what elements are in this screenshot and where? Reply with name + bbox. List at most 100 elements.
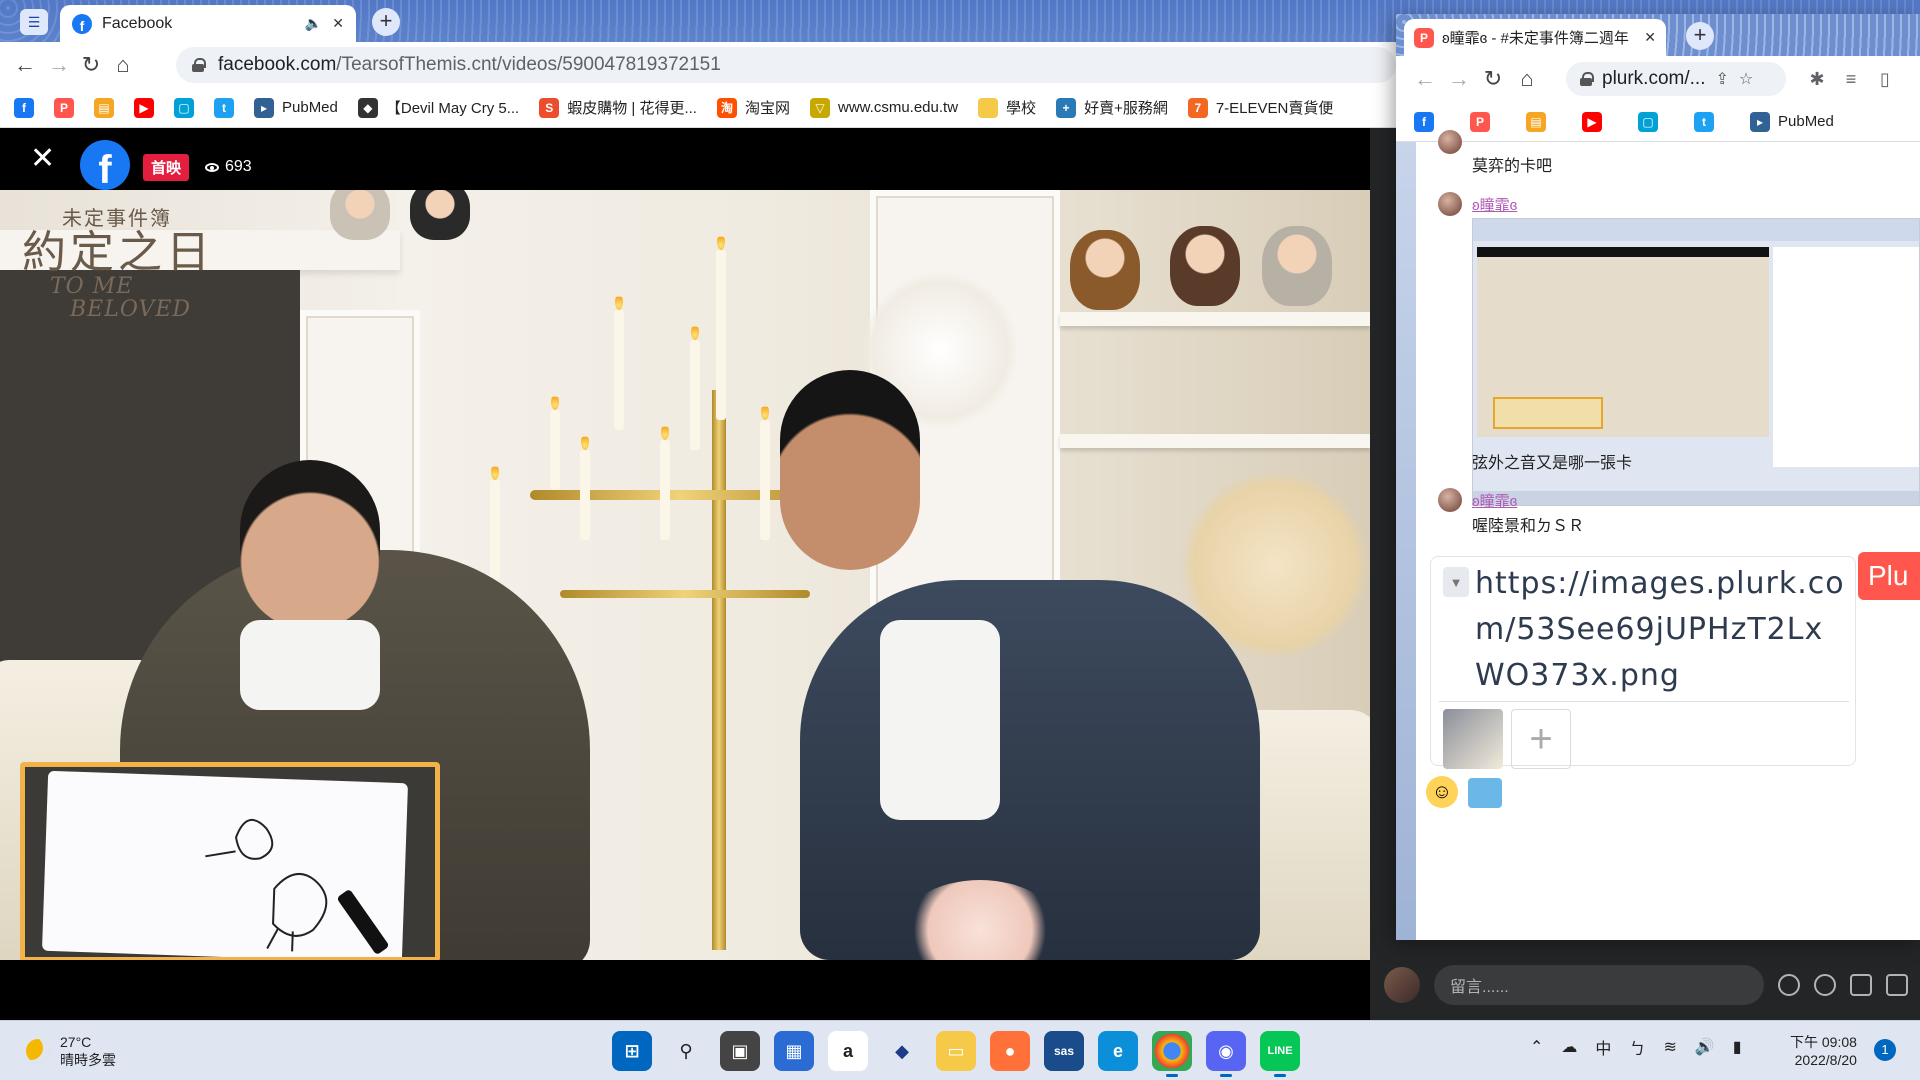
response-user[interactable]: ʚ瞳霏ɞ: [1472, 194, 1517, 215]
close-icon[interactable]: ✕: [30, 144, 55, 174]
bookmark-facebook[interactable]: f: [1414, 111, 1434, 132]
like-icon[interactable]: [1850, 974, 1872, 996]
discord-icon[interactable]: ◉: [1206, 1031, 1246, 1077]
plurk-submit-button[interactable]: Plu: [1858, 552, 1920, 600]
avatar[interactable]: [1438, 130, 1462, 154]
candle: [614, 310, 624, 430]
response-user[interactable]: ʚ瞳霏ɞ: [1472, 490, 1517, 511]
bookmark-facebook[interactable]: f: [14, 97, 34, 118]
plurk-address-bar[interactable]: plurk.com/... ⇪ ☆: [1566, 62, 1786, 96]
share-icon[interactable]: ⇪: [1715, 69, 1728, 89]
response-input[interactable]: https://images.plurk.com/53See69jUPHzT2L…: [1475, 561, 1849, 699]
start-icon[interactable]: ⊞: [612, 1031, 652, 1071]
attached-image-thumbnail[interactable]: [1443, 709, 1503, 769]
bookmark-twitter[interactable]: t: [1694, 111, 1714, 132]
wifi-icon[interactable]: ≋: [1663, 1037, 1676, 1057]
bookmark-folder[interactable]: 學校: [978, 97, 1036, 118]
taobao-icon: 淘: [716, 97, 737, 118]
task-view-icon[interactable]: ▣: [720, 1031, 760, 1071]
bookmark-plurk[interactable]: P: [1470, 111, 1490, 132]
bookmark-taobao[interactable]: 淘淘宝网: [716, 97, 790, 118]
ime-indicator[interactable]: 中: [1595, 1035, 1611, 1059]
forward-icon[interactable]: →: [1444, 64, 1474, 94]
ime-mode-indicator[interactable]: ㄅ: [1629, 1035, 1645, 1059]
bookmark-youtube[interactable]: ▶: [134, 97, 154, 118]
reload-icon[interactable]: ↻: [1478, 64, 1508, 94]
forward-icon[interactable]: →: [44, 50, 74, 80]
battery-icon[interactable]: ▮: [1733, 1037, 1742, 1057]
video-frame[interactable]: 未定事件簿 約定之日 TO ME BELOVED: [0, 190, 1370, 960]
star-icon[interactable]: ☆: [1739, 69, 1753, 89]
volume-icon[interactable]: 🔊: [1695, 1037, 1715, 1057]
cloud-icon[interactable]: ☁: [1561, 1037, 1577, 1057]
emoji-icon[interactable]: [1778, 974, 1800, 996]
bookmark-pubmed[interactable]: ▸ PubMed: [254, 97, 338, 118]
sticker-icon[interactable]: [1814, 974, 1836, 996]
chrome-icon[interactable]: [1152, 1031, 1192, 1077]
tab-search-icon[interactable]: ☰: [20, 9, 48, 35]
media-icon[interactable]: ≡: [1836, 64, 1866, 94]
video-player[interactable]: ✕ f 首映 693 未定事件簿 約定之日 TO ME BELOVED: [0, 128, 1370, 1020]
facebook-logo-icon[interactable]: f: [80, 140, 130, 190]
home-icon[interactable]: ⌂: [1512, 64, 1542, 94]
qualifier-dropdown-icon[interactable]: ▼: [1443, 567, 1469, 597]
search-icon[interactable]: ⚲: [666, 1031, 706, 1071]
back-icon[interactable]: ←: [1410, 64, 1440, 94]
clock[interactable]: 下午 09:08 2022/8/20: [1790, 1033, 1857, 1069]
taskbar: 27°C 晴時多雲 ⊞ ⚲ ▣ ▦ a ◆ ▭ ● sas e ◉ LINE ⌃…: [0, 1020, 1920, 1080]
url-text[interactable]: facebook.com/TearsofThemis.cnt/videos/59…: [218, 54, 721, 76]
line-icon[interactable]: LINE: [1260, 1031, 1300, 1077]
bookmark-csmu[interactable]: ▽ www.csmu.edu.tw: [810, 97, 958, 118]
address-bar[interactable]: facebook.com/TearsofThemis.cnt/videos/59…: [176, 47, 1396, 83]
firefox-icon[interactable]: ●: [990, 1031, 1030, 1071]
speaker-icon[interactable]: 🔈: [305, 15, 322, 32]
plurk-url-text[interactable]: plurk.com/...: [1602, 68, 1705, 90]
bookmark-youtube[interactable]: ▶: [1582, 111, 1602, 132]
comment-input[interactable]: 留言......: [1434, 965, 1764, 1005]
new-tab-button[interactable]: +: [372, 8, 400, 36]
add-image-button[interactable]: +: [1511, 709, 1571, 769]
avatar[interactable]: [1384, 967, 1420, 1003]
response-text: 莫弈的卡吧: [1472, 158, 1553, 175]
tab-facebook[interactable]: f Facebook 🔈 ✕: [60, 5, 356, 42]
bookmark-bilibili[interactable]: ▢: [174, 97, 194, 118]
bookmark-twitter[interactable]: t: [214, 97, 234, 118]
edge-icon[interactable]: e: [1098, 1031, 1138, 1071]
lock-icon[interactable]: [1580, 72, 1594, 86]
bookmark-bilibili[interactable]: ▢: [1638, 111, 1658, 132]
back-icon[interactable]: ←: [10, 50, 40, 80]
bookmark-ninja[interactable]: ◆ 【Devil May Cry 5...: [357, 97, 519, 118]
home-icon[interactable]: ⌂: [108, 50, 138, 80]
bookmark-plurk[interactable]: P: [54, 97, 74, 118]
sidepanel-icon[interactable]: ▯: [1870, 64, 1900, 94]
avatar[interactable]: [1438, 488, 1462, 512]
amazon-icon[interactable]: a: [828, 1031, 868, 1071]
notification-badge[interactable]: 1: [1874, 1039, 1896, 1061]
dropbox-icon[interactable]: ◆: [882, 1031, 922, 1071]
time: 下午 09:08: [1790, 1034, 1857, 1050]
file-explorer-icon[interactable]: ▭: [936, 1031, 976, 1071]
chevron-up-icon[interactable]: ⌃: [1530, 1037, 1543, 1057]
extensions-icon[interactable]: ✱: [1802, 64, 1832, 94]
reload-icon[interactable]: ↻: [76, 50, 106, 80]
bookmark-pubmed[interactable]: ▸ PubMed: [1750, 111, 1834, 132]
bookmark-shopee[interactable]: S 蝦皮購物 | 花得更...: [539, 97, 697, 118]
emoji-icon[interactable]: ☺: [1426, 776, 1458, 808]
tab-plurk[interactable]: P ʚ瞳霏ɞ - #未定事件簿二週年 ✕: [1404, 19, 1666, 56]
weather-widget[interactable]: 27°C 晴時多雲: [26, 1033, 116, 1069]
bookmark-haomai[interactable]: + 好賣+服務網: [1056, 97, 1168, 118]
bookmark-bookmark[interactable]: ▤: [1526, 111, 1546, 132]
new-tab-button[interactable]: +: [1686, 22, 1714, 50]
premiere-badge: 首映: [143, 154, 190, 181]
tab-close-icon[interactable]: ✕: [332, 15, 344, 32]
tab-close-icon[interactable]: ✕: [1644, 29, 1656, 46]
sas-icon[interactable]: sas: [1044, 1031, 1084, 1071]
bookmark-seven-eleven[interactable]: 7 7-ELEVEN賣貨便: [1187, 97, 1333, 118]
image-upload-icon[interactable]: [1468, 778, 1502, 808]
share-icon[interactable]: [1886, 974, 1908, 996]
bookmark-bookmark[interactable]: ▤: [94, 97, 114, 118]
avatar[interactable]: [1438, 192, 1462, 216]
lock-icon[interactable]: [192, 58, 206, 72]
response-compose-box[interactable]: ▼ https://images.plurk.com/53See69jUPHzT…: [1430, 556, 1856, 769]
store-icon[interactable]: ▦: [774, 1031, 814, 1071]
